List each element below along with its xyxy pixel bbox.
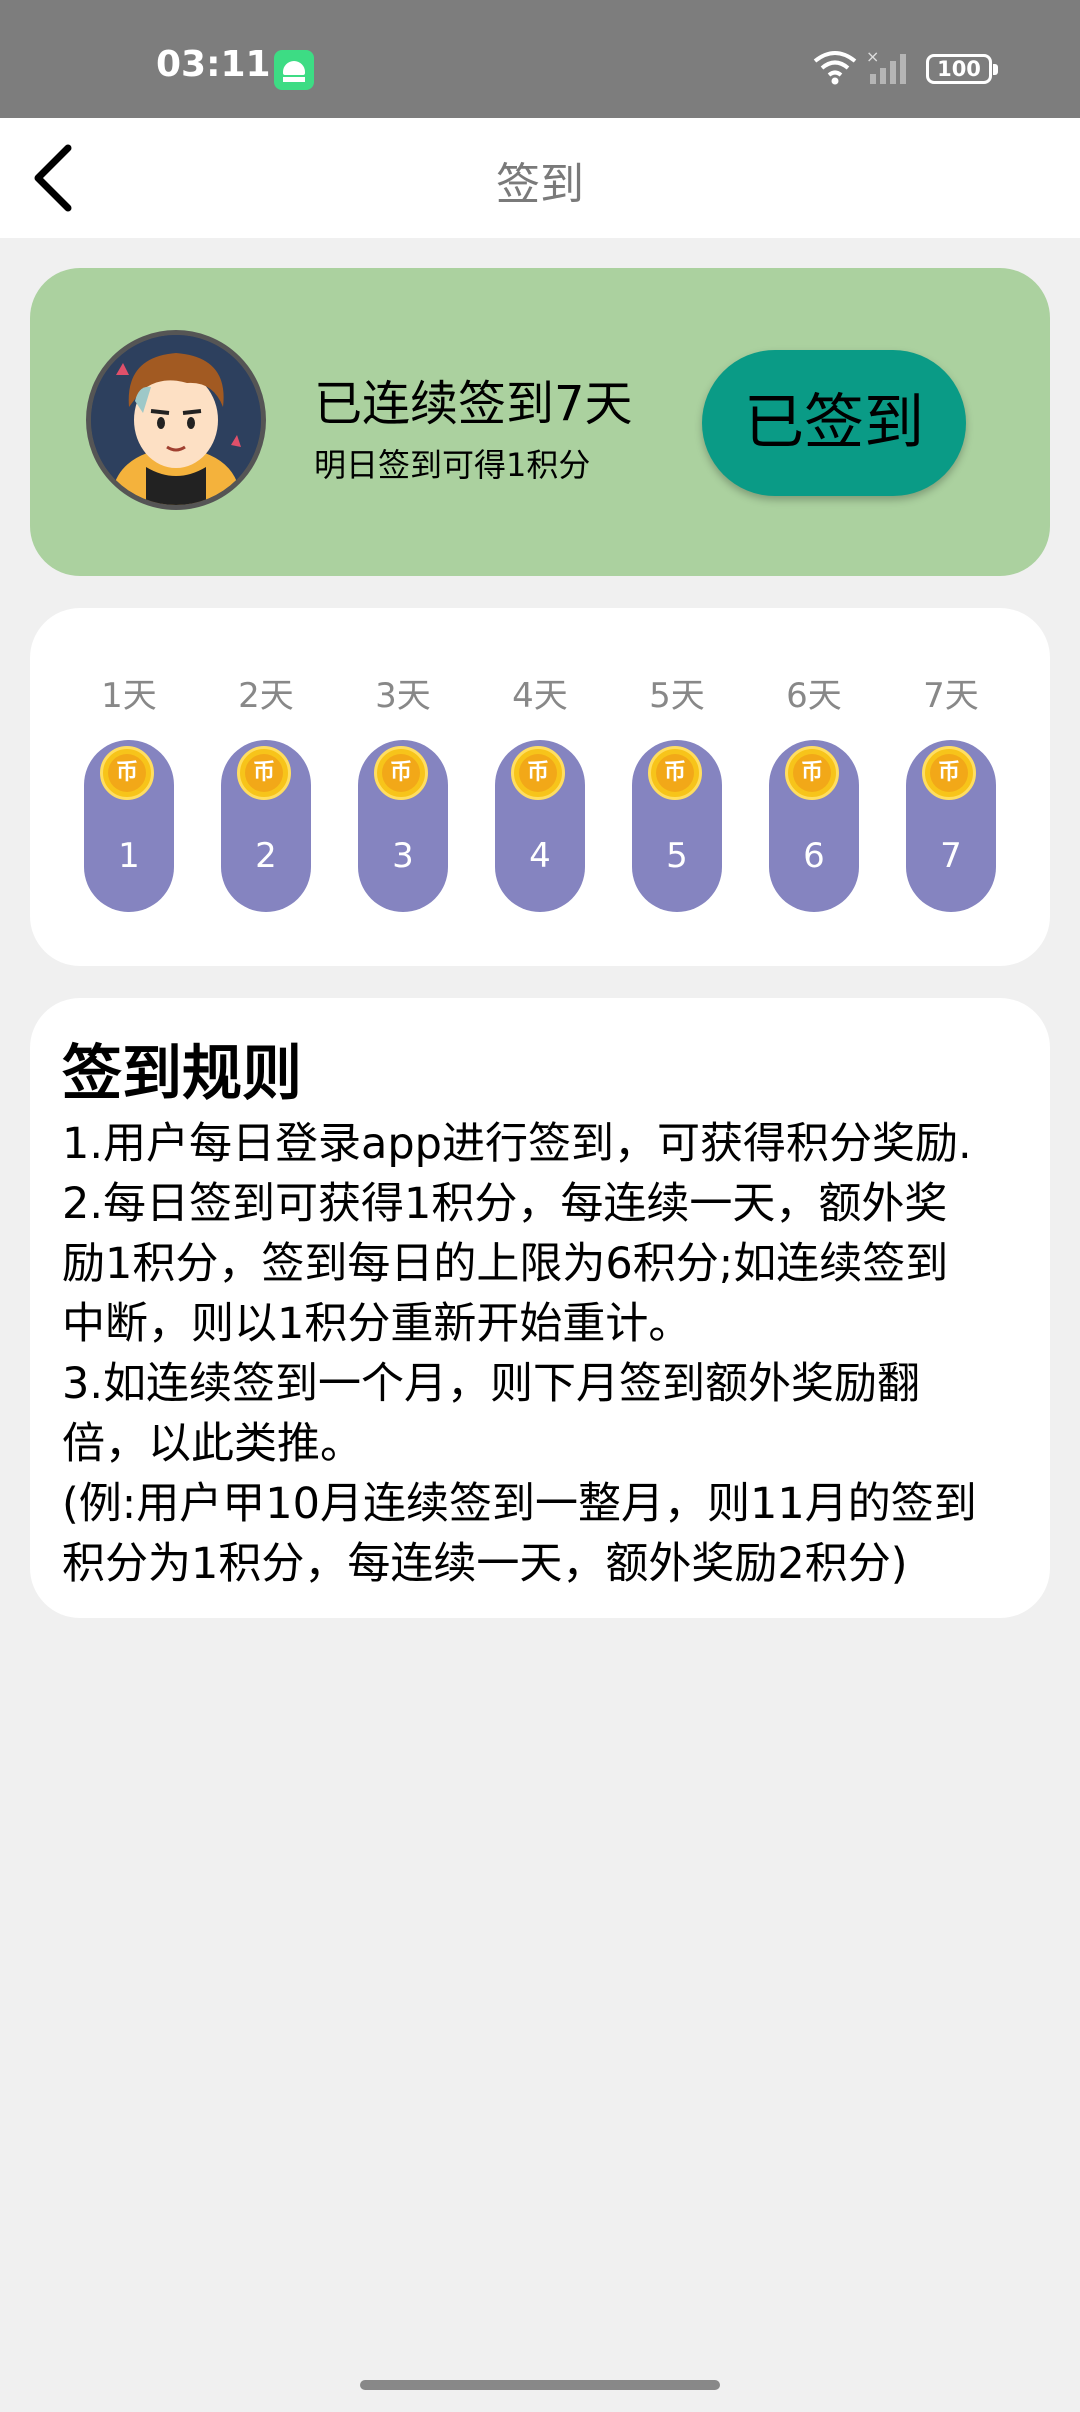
android-icon (274, 50, 314, 90)
status-time: 03:11 (156, 44, 271, 85)
coin-icon: 币 (237, 746, 291, 800)
coin-glyph: 币 (519, 754, 557, 792)
battery-icon: 100 (926, 54, 998, 84)
day-pill: 币 2 (221, 740, 311, 912)
day-number: 5 (666, 836, 688, 876)
day-number: 1 (118, 836, 140, 876)
day-label: 2天 (238, 676, 294, 716)
avatar-image (91, 335, 261, 505)
day-pill: 币 3 (358, 740, 448, 912)
coin-icon: 币 (374, 746, 428, 800)
signed-in-button[interactable]: 已签到 (702, 350, 966, 496)
day-number: 6 (803, 836, 825, 876)
day-pill: 币 1 (84, 740, 174, 912)
day-label: 6天 (786, 676, 842, 716)
coin-glyph: 币 (930, 754, 968, 792)
day-number: 3 (392, 836, 414, 876)
coin-glyph: 币 (382, 754, 420, 792)
rule-item: 3.如连续签到一个月，则下月签到额外奖励翻 倍，以此类推。 (62, 1359, 921, 1469)
day-number: 7 (940, 836, 962, 876)
rules-card: 签到规则 1.用户每日登录app进行签到，可获得积分奖励. 2.每日签到可获得1… (30, 998, 1050, 1618)
day-pill: 币 4 (495, 740, 585, 912)
coin-icon: 币 (785, 746, 839, 800)
day-label: 4天 (512, 676, 568, 716)
rule-item: (例:用户甲10月连续签到一整月，则11月的签到 积分为1积分，每连续一天，额外… (62, 1479, 977, 1589)
day-number: 2 (255, 836, 277, 876)
coin-icon: 币 (511, 746, 565, 800)
day-pill: 币 6 (769, 740, 859, 912)
coin-glyph: 币 (793, 754, 831, 792)
status-bar: 03:11 × 100 (0, 0, 1080, 118)
coin-icon: 币 (922, 746, 976, 800)
coin-glyph: 币 (656, 754, 694, 792)
checkin-days-card: 1天 币 1 2天 币 2 3天 币 3 4天 币 4 5天 币 5 6天 币 … (30, 608, 1050, 966)
svg-text:×: × (866, 48, 879, 66)
checkin-summary-card: 已连续签到7天 明日签到可得1积分 已签到 (30, 268, 1050, 576)
avatar (86, 330, 266, 510)
day-label: 1天 (101, 676, 157, 716)
day-pill: 币 7 (906, 740, 996, 912)
coin-icon: 币 (648, 746, 702, 800)
day-pill: 币 5 (632, 740, 722, 912)
coin-glyph: 币 (245, 754, 283, 792)
rule-item: 2.每日签到可获得1积分，每连续一天，额外奖 励1积分，签到每日的上限为6积分;… (62, 1179, 949, 1349)
wifi-icon (813, 51, 857, 85)
day-label: 5天 (649, 676, 705, 716)
coin-icon: 币 (100, 746, 154, 800)
rules-title: 签到规则 (62, 1039, 302, 1109)
title-bar: 签到 (0, 118, 1080, 238)
coin-glyph: 币 (108, 754, 146, 792)
home-indicator[interactable] (360, 2380, 720, 2390)
signal-icon: × (866, 48, 906, 84)
rule-item: 1.用户每日登录app进行签到，可获得积分奖励. (62, 1119, 972, 1169)
streak-text: 已连续签到7天 (314, 376, 633, 432)
battery-level: 100 (937, 57, 981, 81)
next-day-hint: 明日签到可得1积分 (314, 446, 591, 484)
day-label: 7天 (923, 676, 979, 716)
page-title: 签到 (496, 159, 584, 210)
day-label: 3天 (375, 676, 431, 716)
day-number: 4 (529, 836, 551, 876)
